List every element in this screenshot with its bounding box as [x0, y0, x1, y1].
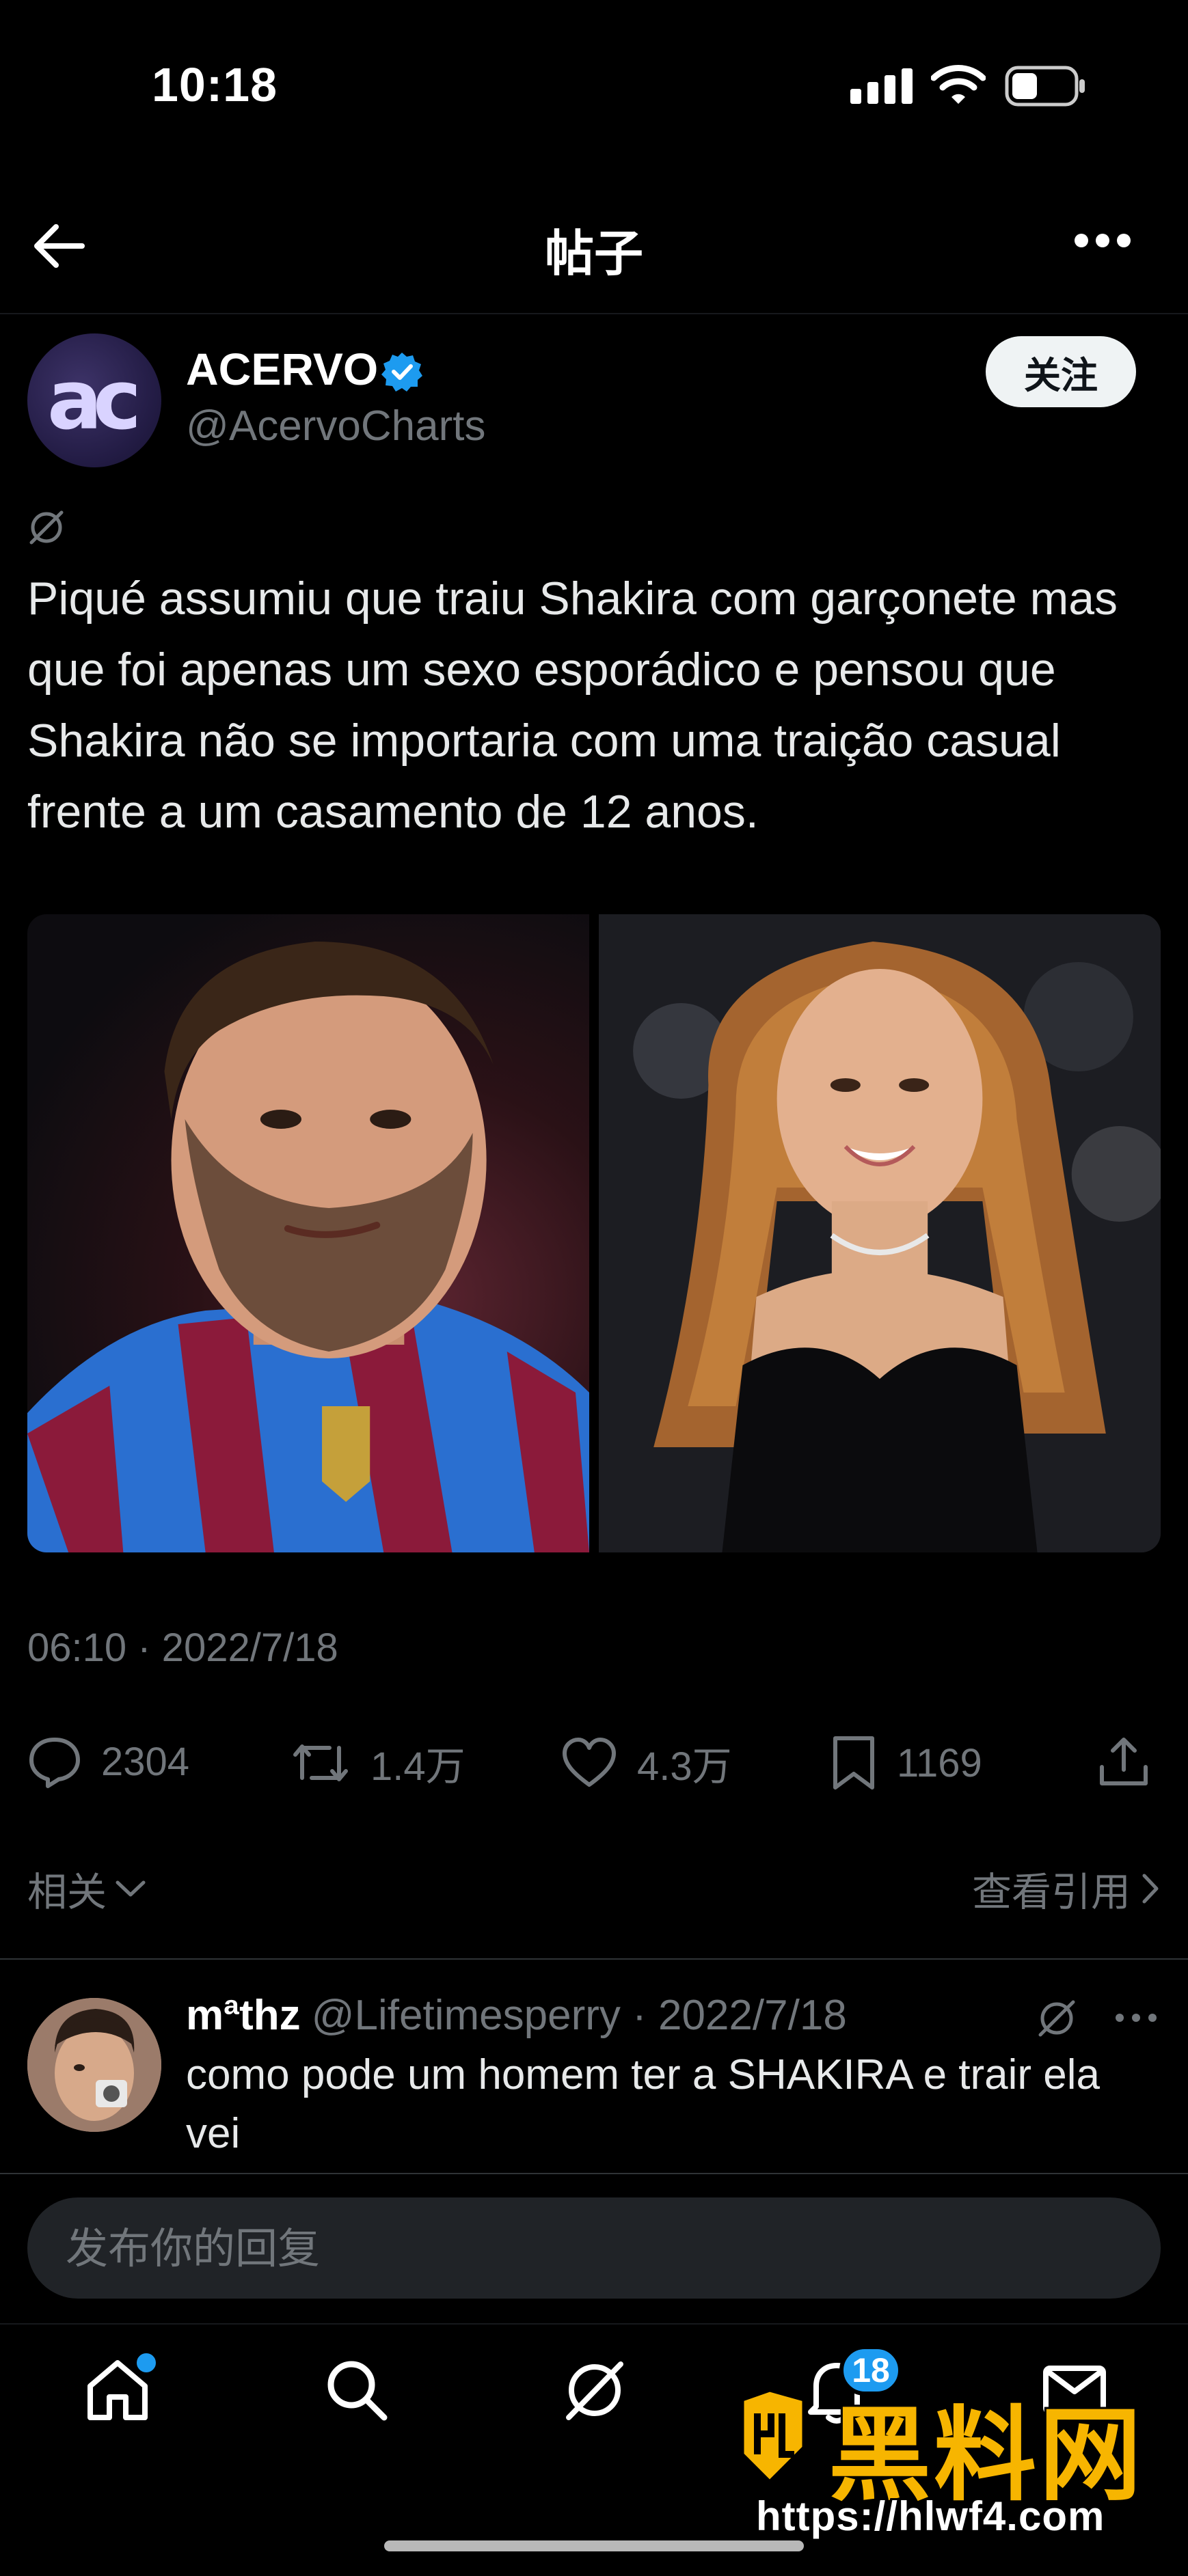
grok-icon[interactable] [27, 508, 66, 547]
view-quotes-link[interactable]: 查看引用 [972, 1860, 1161, 1917]
photo-shakira[interactable] [599, 914, 1161, 1552]
tweet-media-grid[interactable] [27, 914, 1161, 1552]
author-handle[interactable]: @AcervoCharts [186, 402, 486, 450]
reply-handle-date[interactable]: @Lifetimesperry · 2022/7/18 [312, 1991, 847, 2040]
chevron-right-icon [1142, 1874, 1159, 1904]
view-quotes-label: 查看引用 [971, 1870, 1131, 1915]
bookmark-icon [833, 1736, 874, 1790]
tweet-timestamp[interactable]: 06:10 · 2022/7/18 [27, 1625, 338, 1671]
status-time: 10:18 [152, 58, 278, 111]
reply-action[interactable]: 2304 [27, 1734, 189, 1789]
retweet-action[interactable]: 1.4万 [290, 1734, 465, 1792]
retweet-icon [293, 1744, 348, 1781]
reply-author-name[interactable]: mªthz [186, 1991, 301, 2040]
more-options-icon[interactable] [1073, 232, 1132, 249]
nav-divider [0, 313, 1188, 314]
heart-icon [563, 1738, 616, 1787]
retweet-count: 1.4万 [370, 1744, 465, 1789]
reply-avatar-illustration [27, 1998, 161, 2132]
tweet-text: Piqué assumiu que traiu Shakira com garç… [27, 573, 1118, 838]
search-icon[interactable] [321, 2355, 392, 2426]
battery-icon [1005, 66, 1085, 107]
photo-pique[interactable] [27, 914, 589, 1552]
photo-man-illustration [27, 942, 589, 1552]
watermark-url: https://hlwf4.com [756, 2493, 1105, 2539]
bookmark-action[interactable]: 1169 [830, 1734, 982, 1792]
divider [0, 2323, 1188, 2325]
reply-header: mªthz @Lifetimesperry · 2022/7/18 [186, 1991, 847, 2040]
reply-avatar[interactable] [27, 1998, 161, 2132]
photo-woman-illustration [599, 914, 1161, 1552]
divider [0, 1958, 1188, 1960]
follow-button[interactable]: 关注 [986, 336, 1136, 407]
related-dropdown[interactable]: 相关 [27, 1860, 148, 1917]
reply-more-icon[interactable] [1114, 2012, 1158, 2024]
bookmark-count: 1169 [897, 1740, 982, 1785]
share-icon [1100, 1738, 1148, 1785]
author-avatar[interactable]: ac [27, 333, 161, 467]
chevron-down-icon [116, 1880, 146, 1897]
watermark-logo-icon [740, 2388, 806, 2484]
author-name[interactable]: ACERVO [186, 343, 378, 395]
wifi-icon [931, 65, 986, 104]
reply-input[interactable] [27, 2197, 1161, 2299]
page-title: 帖子 [544, 227, 643, 282]
verified-badge-icon [381, 353, 422, 392]
avatar-logo-text: ac [46, 353, 141, 448]
related-label: 相关 [27, 1870, 107, 1915]
divider [0, 2173, 1188, 2174]
like-count: 4.3万 [637, 1744, 732, 1789]
share-action[interactable] [1096, 1734, 1151, 1789]
like-action[interactable]: 4.3万 [561, 1734, 732, 1792]
reply-icon [29, 1738, 80, 1788]
grok-icon[interactable] [1036, 1998, 1077, 2039]
home-indicator [384, 2540, 804, 2551]
home-notification-dot [134, 2351, 159, 2375]
grok-icon[interactable] [559, 2355, 630, 2426]
reply-text: como pode um homem ter a SHAKIRA e trair… [186, 2051, 1101, 2157]
signal-icon [850, 68, 913, 104]
reply-count: 2304 [101, 1739, 190, 1784]
